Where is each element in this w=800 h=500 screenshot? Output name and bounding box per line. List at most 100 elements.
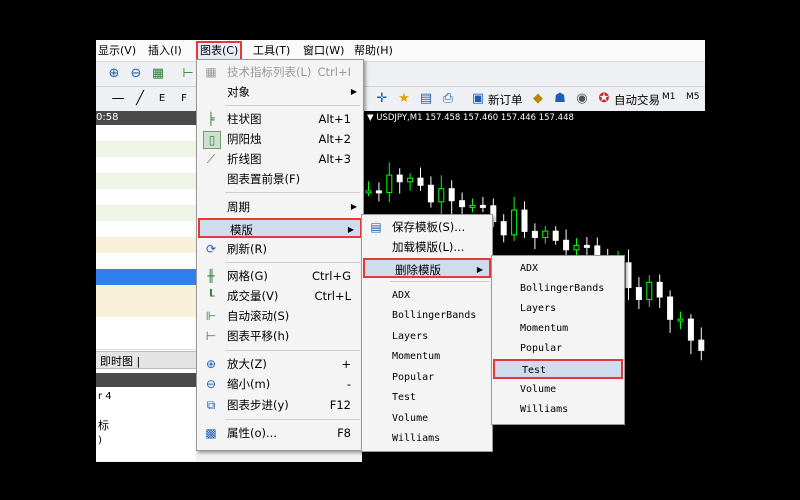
new-order-icon[interactable]: ▣ xyxy=(470,91,486,107)
candle-body xyxy=(511,209,518,236)
table-row[interactable] xyxy=(96,333,196,350)
candle-body xyxy=(573,244,580,251)
menu-tools[interactable]: 工具(T) xyxy=(253,43,290,59)
menu-item-zoom-in[interactable]: ⊕ 放大(Z) + xyxy=(197,354,363,374)
auto-trade-icon[interactable]: ✪ xyxy=(596,91,612,107)
delete-template-item[interactable]: Williams xyxy=(492,400,624,420)
menu-item-zoom-out[interactable]: ⊖ 缩小(m) - xyxy=(197,374,363,394)
menu-item-line-chart[interactable]: ⟋ 折线图 Alt+3 xyxy=(197,149,363,169)
market-watch-panel: 0:58 即时图 | r 4 标 ) xyxy=(96,111,196,461)
menu-item-foreground[interactable]: 图表置前景(F) xyxy=(197,169,363,189)
zoom-out-icon: ⊖ xyxy=(205,377,217,391)
chart-shift-icon[interactable]: ⊢ xyxy=(180,66,196,82)
menu-item-templates[interactable]: 模版 ▶ xyxy=(198,218,362,238)
metaeditor-icon[interactable]: ◆ xyxy=(530,91,546,107)
delete-template-item[interactable]: Momentum xyxy=(492,319,624,339)
candle-body xyxy=(677,318,684,322)
menu-item-step[interactable]: ⧉ 图表步进(y) F12 xyxy=(197,395,363,415)
delete-template-item[interactable]: Popular xyxy=(492,339,624,359)
menu-item-grid[interactable]: ╫ 网格(G) Ctrl+G xyxy=(197,266,363,286)
menu-item-autoscroll[interactable]: ⊩ 自动滚动(S) xyxy=(197,306,363,326)
candle-body xyxy=(563,239,570,251)
table-row[interactable] xyxy=(96,189,196,206)
fibo-f-icon[interactable]: F xyxy=(176,91,192,107)
tile-windows-icon[interactable]: ▦ xyxy=(150,66,166,82)
template-item[interactable]: ADX xyxy=(362,286,492,306)
table-row[interactable] xyxy=(96,125,196,142)
menu-insert[interactable]: 插入(I) xyxy=(148,43,182,59)
candle-body xyxy=(469,204,476,208)
candle-body xyxy=(583,244,590,248)
zoom-in-icon[interactable]: ⊕ xyxy=(106,66,122,82)
submenu-arrow-icon: ▶ xyxy=(347,225,354,234)
template-item[interactable]: Test xyxy=(362,388,492,408)
candle-body xyxy=(625,262,632,289)
window-icon[interactable]: ▤ xyxy=(418,91,434,107)
terminal-icon[interactable]: ☗ xyxy=(552,91,568,107)
autoscroll-icon: ⊩ xyxy=(205,309,217,323)
horizontal-line-icon[interactable]: — xyxy=(110,91,126,107)
table-row-selected[interactable] xyxy=(96,269,196,286)
crosshair-icon[interactable]: ✛ xyxy=(374,91,390,107)
table-row[interactable] xyxy=(96,253,196,270)
table-row[interactable] xyxy=(96,285,196,302)
line-chart-icon: ⟋ xyxy=(206,152,216,166)
menu-item-properties[interactable]: ▩ 属性(o)... F8 xyxy=(197,423,363,443)
menu-item-delete-template[interactable]: 删除模版 ▶ xyxy=(363,258,491,278)
candle-body xyxy=(635,287,642,300)
properties-icon: ▩ xyxy=(205,426,217,440)
template-item[interactable]: Popular xyxy=(362,368,492,388)
template-item[interactable]: Williams xyxy=(362,429,492,449)
candle-body xyxy=(396,174,403,183)
menu-item-refresh[interactable]: ⟳ 刷新(R) xyxy=(197,239,363,259)
submenu-arrow-icon: ▶ xyxy=(350,87,357,96)
table-row[interactable] xyxy=(96,221,196,238)
candle-body xyxy=(438,188,445,203)
timeframe-m5[interactable]: M5 xyxy=(686,92,700,102)
menu-charts[interactable]: 图表(C) xyxy=(196,41,243,61)
menu-item-bar-chart[interactable]: ╞ 柱状图 Alt+1 xyxy=(197,109,363,129)
menu-item-save-template[interactable]: ▤ 保存模板(S)... xyxy=(362,217,492,237)
server-time: 0:58 xyxy=(96,112,119,123)
navigator-text: r 4 xyxy=(98,391,112,402)
table-row[interactable] xyxy=(96,301,196,318)
delete-template-item[interactable]: Volume xyxy=(492,380,624,400)
template-item[interactable]: Layers xyxy=(362,327,492,347)
tab-tick-chart[interactable]: 即时图 | xyxy=(100,353,140,369)
templates-submenu: ▤ 保存模板(S)... 加载模版(L)... 删除模版 ▶ ADX Bolli… xyxy=(361,214,493,452)
table-row[interactable] xyxy=(96,173,196,190)
toolbar-bottom: — ╱ E F ✛ ★ ▤ ⎙ ▣ 新订单 ◆ ☗ ◉ ✪ 自动交易 M1 M5 xyxy=(96,87,705,112)
zoom-out-icon[interactable]: ⊖ xyxy=(128,66,144,82)
delete-template-item-test[interactable]: Test xyxy=(493,359,623,379)
template-item[interactable]: Momentum xyxy=(362,347,492,367)
template-item[interactable]: BollingerBands xyxy=(362,306,492,326)
menu-item-periodicity[interactable]: 周期 ▶ xyxy=(197,197,363,217)
menu-view[interactable]: 显示(V) xyxy=(98,43,136,59)
menu-item-load-template[interactable]: 加载模版(L)... xyxy=(362,237,492,257)
table-row[interactable] xyxy=(96,157,196,174)
menu-item-indicators-list[interactable]: ▦ 技术指标列表(L) Ctrl+I xyxy=(197,62,363,82)
table-row[interactable] xyxy=(96,317,196,334)
favorites-icon[interactable]: ★ xyxy=(396,91,412,107)
menu-item-candlesticks[interactable]: ▯ 阴阳烛 Alt+2 xyxy=(197,129,363,149)
delete-template-item[interactable]: Layers xyxy=(492,299,624,319)
table-row[interactable] xyxy=(96,141,196,158)
delete-template-item[interactable]: ADX xyxy=(492,259,624,279)
auto-trade-button[interactable]: 自动交易 xyxy=(614,92,660,108)
table-row[interactable] xyxy=(96,237,196,254)
fibo-e-icon[interactable]: E xyxy=(154,91,170,107)
trendline-icon[interactable]: ╱ xyxy=(132,91,148,107)
menu-item-objects[interactable]: 对象 ▶ xyxy=(197,82,363,102)
menu-window[interactable]: 窗口(W) xyxy=(303,43,344,59)
menu-help[interactable]: 帮助(H) xyxy=(354,43,393,59)
candle-body xyxy=(417,177,424,186)
signals-icon[interactable]: ◉ xyxy=(574,91,590,107)
template-item[interactable]: Volume xyxy=(362,409,492,429)
menu-item-chart-shift[interactable]: ⊢ 图表平移(h) xyxy=(197,326,363,346)
print-icon[interactable]: ⎙ xyxy=(440,91,456,107)
new-order-button[interactable]: 新订单 xyxy=(488,92,523,108)
timeframe-m1[interactable]: M1 xyxy=(662,92,676,102)
table-row[interactable] xyxy=(96,205,196,222)
menu-item-volumes[interactable]: ┖ 成交量(V) Ctrl+L xyxy=(197,286,363,306)
delete-template-item[interactable]: BollingerBands xyxy=(492,279,624,299)
